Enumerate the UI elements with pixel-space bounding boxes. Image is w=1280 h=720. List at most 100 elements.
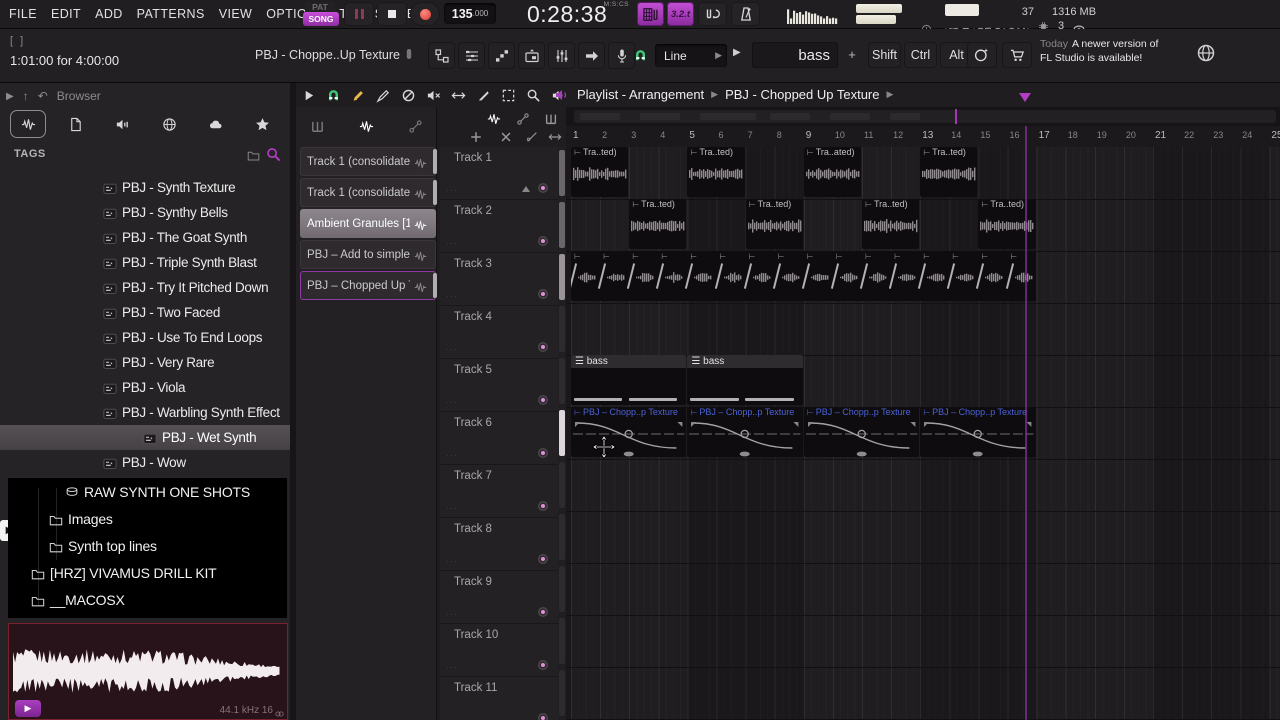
channel-rack-button[interactable] xyxy=(458,42,485,69)
tag-item[interactable]: PBJ - The Goat Synth xyxy=(0,225,290,250)
corner-tool-link[interactable] xyxy=(515,111,530,126)
slice-segment[interactable]: ⊢ xyxy=(772,251,804,301)
track-mute-dot[interactable] xyxy=(538,448,548,458)
typing-target-selector[interactable]: bass xyxy=(752,42,838,68)
track-lane[interactable]: ⊢ Tra..ted) ⊢ Tra..ted) ⊢ Tra..ated) ⊢ Tra..… xyxy=(566,147,1280,200)
slice-segment[interactable]: ⊢ xyxy=(1005,251,1036,301)
undo-icon[interactable]: ↶ xyxy=(38,89,48,103)
playhead-marker[interactable] xyxy=(1019,93,1031,102)
menu-view[interactable]: VIEW xyxy=(212,0,260,28)
track-header[interactable]: Track 10 ··· xyxy=(440,624,558,677)
slice-segment[interactable]: ⊢ xyxy=(627,251,658,301)
audio-clip[interactable]: ⊢ Tra..ted) xyxy=(687,147,745,197)
song-overview-strip[interactable]: ◀ xyxy=(566,107,1280,141)
audio-clip[interactable]: ⊢ Tra..ted) xyxy=(920,147,978,197)
slice-segment[interactable]: ⊢ xyxy=(597,251,629,301)
metronome-button[interactable] xyxy=(731,2,760,26)
forward-arrow-button[interactable] xyxy=(578,42,605,69)
tag-item[interactable]: PBJ - Very Rare xyxy=(0,350,290,375)
picker-item[interactable]: Ambient Granules [1... xyxy=(300,209,436,238)
audio-clip[interactable]: ⊢ Tra..ted) xyxy=(629,199,687,249)
audio-clip[interactable]: ⊢ Tra..ted) xyxy=(978,199,1036,249)
tag-item[interactable]: PBJ - Synthy Bells xyxy=(0,200,290,225)
track-header[interactable]: Track 3 ··· xyxy=(440,253,558,306)
track-header[interactable]: Track 8 ··· xyxy=(440,518,558,571)
modifier-ctrl-button[interactable]: Ctrl xyxy=(904,42,937,68)
snap-magnet-icon[interactable] xyxy=(630,42,650,69)
menu-edit[interactable]: EDIT xyxy=(44,0,88,28)
track-lane[interactable] xyxy=(566,303,1280,356)
track-mute-dot[interactable] xyxy=(538,342,548,352)
slice-segment[interactable]: ⊢ xyxy=(714,251,746,301)
picker-item[interactable]: Track 1 (consolidated... xyxy=(300,178,437,207)
tag-item[interactable]: PBJ - Wet Synth xyxy=(0,425,290,450)
track-mute-dot[interactable] xyxy=(538,183,548,193)
audio-clip[interactable]: ⊢ Tra..ted) xyxy=(862,199,920,249)
track-lane[interactable]: ⊢ PBJ – Chopp..p Texture ⊢ PBJ – Chopp..p … xyxy=(566,407,1280,460)
tree-item[interactable]: __MACOSX xyxy=(8,586,287,613)
pause-button[interactable] xyxy=(344,2,374,26)
playlist-tool-slice[interactable] xyxy=(475,87,491,103)
tree-item[interactable]: RAW SYNTH ONE SHOTS xyxy=(8,478,287,505)
playlist-tool-paint[interactable] xyxy=(375,87,391,103)
track-mute-dot[interactable] xyxy=(538,713,548,720)
slice-segment[interactable]: ⊢ xyxy=(571,251,600,301)
browser-tab-file[interactable] xyxy=(59,111,93,137)
tree-item[interactable]: [HRZ] VIVAMUS DRILL KIT xyxy=(8,559,287,586)
project-tree-button[interactable] xyxy=(428,42,455,69)
automation-clip[interactable]: ⊢ PBJ – Chopp..p Texture xyxy=(803,407,920,457)
arrow-up-icon[interactable]: ↑ xyxy=(23,89,29,103)
tag-item[interactable]: PBJ - Viola xyxy=(0,375,290,400)
track-lane[interactable] xyxy=(566,511,1280,564)
corner-tool-cut[interactable] xyxy=(524,129,539,144)
track-mute-dot[interactable] xyxy=(538,289,548,299)
track-lane[interactable] xyxy=(566,459,1280,512)
automation-clip[interactable]: ⊢ PBJ – Chopp..p Texture xyxy=(920,407,1036,457)
track-header[interactable]: Track 11 ··· xyxy=(440,677,558,720)
slice-segment[interactable]: ⊢ xyxy=(947,251,978,301)
picker-item[interactable]: Track 1 (consolidated) xyxy=(300,147,437,176)
track-header[interactable]: Track 6 ··· xyxy=(440,412,558,465)
timeline-ruler[interactable]: 1 2 3 4 5 6 7 8 9 10 11 12 13 14 15 16 17 18 19 20 21 22 23 24 2… xyxy=(566,126,1280,148)
track-lane[interactable] xyxy=(566,615,1280,668)
corner-tool-pattern[interactable] xyxy=(543,111,558,126)
playlist-tool-pencil[interactable] xyxy=(350,87,366,103)
playlist-tool-select[interactable] xyxy=(500,87,516,103)
browser-tab-plugin[interactable] xyxy=(106,111,140,137)
slice-segment[interactable]: ⊢ xyxy=(976,251,1007,301)
playlist-grid[interactable]: ⊢ Tra..ted) ⊢ Tra..ted) ⊢ Tra..ated) ⊢ Tra..… xyxy=(566,147,1280,720)
corner-tool-plus[interactable] xyxy=(468,129,483,144)
shop-button[interactable] xyxy=(1002,42,1032,68)
mixer-button[interactable] xyxy=(548,42,575,69)
browser-tab-cloud[interactable] xyxy=(199,111,233,137)
step-editor-button[interactable] xyxy=(488,42,515,69)
menu-add[interactable]: ADD xyxy=(88,0,130,28)
corner-tool-wave[interactable] xyxy=(486,111,501,126)
slice-segment[interactable]: ⊢ xyxy=(830,251,862,301)
audio-clip[interactable]: ⊢ Tra..ated) xyxy=(803,147,861,197)
pat-song-toggle[interactable]: PAT SONG xyxy=(303,1,339,27)
track-lane[interactable] xyxy=(566,563,1280,616)
playlist-tool-zoom[interactable] xyxy=(525,87,541,103)
snap-selector[interactable]: Line ▶ xyxy=(655,44,727,67)
picker-tab-wave[interactable] xyxy=(353,114,379,138)
playlist-focus-button[interactable] xyxy=(637,2,664,26)
menu-patterns[interactable]: PATTERNS xyxy=(130,0,212,28)
track-header[interactable]: Track 2 ··· xyxy=(440,200,558,253)
browser-tab-wave[interactable] xyxy=(10,110,47,138)
automation-clip[interactable]: ⊢ PBJ – Chopp..p Texture xyxy=(571,407,687,457)
track-mute-dot[interactable] xyxy=(538,501,548,511)
folder-icon[interactable] xyxy=(246,147,261,162)
arrangement-name[interactable]: PBJ - Chopped Up Texture xyxy=(725,87,879,102)
playlist-tool-slip[interactable] xyxy=(450,87,466,103)
slice-segment[interactable]: ⊢ xyxy=(918,251,949,301)
tag-item[interactable]: PBJ - Wow xyxy=(0,450,290,475)
menu-file[interactable]: FILE xyxy=(2,0,44,28)
snap-more-arrow[interactable]: ▶ xyxy=(733,47,741,58)
track-header[interactable]: Track 1 ··· xyxy=(440,147,558,200)
record-button[interactable] xyxy=(410,2,440,26)
playlist-tool-mute[interactable] xyxy=(425,87,441,103)
track-mute-dot[interactable] xyxy=(538,607,548,617)
loop-record-button[interactable] xyxy=(698,2,727,26)
preview-play-button[interactable]: ▶ xyxy=(15,700,41,717)
